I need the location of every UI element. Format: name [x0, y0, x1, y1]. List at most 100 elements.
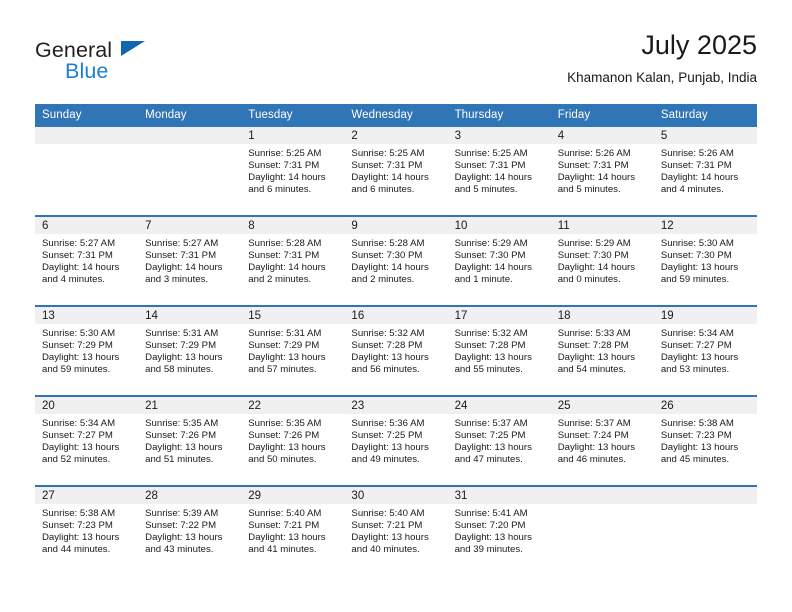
- day-number: 14: [138, 307, 242, 324]
- calendar-day-cell[interactable]: 1 Sunrise: 5:25 AM Sunset: 7:31 PM Daylight…: [241, 127, 345, 216]
- calendar-day-cell[interactable]: 24 Sunrise: 5:37 AM Sunset: 7:25 PM Dayligh…: [447, 395, 551, 486]
- daylight-text: Daylight: 13 hours and 44 minutes.: [42, 531, 120, 555]
- calendar-day-cell[interactable]: 25 Sunrise: 5:37 AM Sunset: 7:24 PM Dayligh…: [550, 395, 654, 486]
- day-number: [550, 487, 654, 504]
- day-details: Sunrise: 5:41 AM Sunset: 7:20 PM Daylight:…: [448, 504, 551, 556]
- sunset-text: Sunset: 7:23 PM: [42, 519, 113, 531]
- day-details: Sunrise: 5:33 AM Sunset: 7:28 PM Daylight:…: [551, 324, 654, 376]
- day-number: [35, 127, 139, 144]
- sunrise-text: Sunrise: 5:33 AM: [557, 328, 631, 339]
- day-number: 18: [550, 307, 654, 324]
- calendar-day-cell[interactable]: 19 Sunrise: 5:34 AM Sunset: 7:27 PM Dayligh…: [653, 305, 757, 396]
- day-number: 23: [344, 397, 448, 414]
- calendar-day-cell[interactable]: 22 Sunrise: 5:35 AM Sunset: 7:26 PM Dayligh…: [241, 395, 345, 486]
- calendar-day-cell[interactable]: 7 Sunrise: 5:27 AM Sunset: 7:31 PM Daylight…: [138, 215, 242, 306]
- sunset-text: Sunset: 7:29 PM: [145, 339, 217, 351]
- calendar-day-cell[interactable]: 26 Sunrise: 5:38 AM Sunset: 7:23 PM Dayligh…: [653, 395, 757, 486]
- calendar-day-cell[interactable]: 27 Sunrise: 5:38 AM Sunset: 7:23 PM Dayligh…: [35, 485, 139, 575]
- calendar-day-cell[interactable]: 6 Sunrise: 5:27 AM Sunset: 7:31 PM Daylight…: [35, 215, 139, 306]
- sunrise-text: Sunrise: 5:26 AM: [557, 148, 631, 159]
- daylight-text: Daylight: 14 hours and 2 minutes.: [248, 261, 326, 285]
- sunrise-text: Sunrise: 5:35 AM: [248, 418, 322, 429]
- calendar-day-cell[interactable]: 30 Sunrise: 5:40 AM Sunset: 7:21 PM Dayligh…: [344, 485, 448, 575]
- calendar-day-cell[interactable]: 18 Sunrise: 5:33 AM Sunset: 7:28 PM Dayligh…: [550, 305, 654, 396]
- logo-text-blue: Blue: [65, 59, 109, 83]
- day-details: Sunrise: 5:36 AM Sunset: 7:25 PM Daylight:…: [344, 414, 447, 466]
- day-number: 22: [241, 397, 345, 414]
- sunset-text: Sunset: 7:25 PM: [454, 429, 526, 441]
- calendar-day-cell[interactable]: 14 Sunrise: 5:31 AM Sunset: 7:29 PM Dayligh…: [138, 305, 242, 396]
- calendar-day-cell[interactable]: 10 Sunrise: 5:29 AM Sunset: 7:30 PM Dayligh…: [447, 215, 551, 306]
- daylight-text: Daylight: 13 hours and 58 minutes.: [145, 351, 223, 375]
- day-details: Sunrise: 5:40 AM Sunset: 7:21 PM Daylight:…: [344, 504, 447, 556]
- day-number: 1: [241, 127, 345, 144]
- day-number: 15: [241, 307, 345, 324]
- daylight-text: Daylight: 13 hours and 45 minutes.: [660, 441, 739, 465]
- calendar-page: General Blue July 2025 Khamanon Kalan, P…: [0, 0, 792, 612]
- calendar-header-row: Sunday Monday Tuesday Wednesday Thursday…: [35, 104, 757, 127]
- page-header: General Blue July 2025 Khamanon Kalan, P…: [35, 30, 757, 98]
- daylight-text: Daylight: 14 hours and 5 minutes.: [557, 171, 636, 195]
- day-number: [138, 127, 242, 144]
- day-details: Sunrise: 5:27 AM Sunset: 7:31 PM Daylight:…: [35, 234, 138, 286]
- sunrise-text: Sunrise: 5:28 AM: [351, 238, 425, 249]
- location-subtitle: Khamanon Kalan, Punjab, India: [567, 70, 757, 86]
- calendar-day-cell[interactable]: 9 Sunrise: 5:28 AM Sunset: 7:30 PM Daylight…: [344, 215, 448, 306]
- daylight-text: Daylight: 13 hours and 54 minutes.: [557, 351, 636, 375]
- sunset-text: Sunset: 7:31 PM: [248, 249, 320, 261]
- calendar-day-cell[interactable]: 8 Sunrise: 5:28 AM Sunset: 7:31 PM Daylight…: [241, 215, 345, 306]
- calendar-day-cell[interactable]: 12 Sunrise: 5:30 AM Sunset: 7:30 PM Dayligh…: [653, 215, 757, 306]
- calendar-day-cell[interactable]: 4 Sunrise: 5:26 AM Sunset: 7:31 PM Daylight…: [550, 127, 654, 216]
- calendar-day-cell[interactable]: 3 Sunrise: 5:25 AM Sunset: 7:31 PM Daylight…: [447, 127, 551, 216]
- calendar-day-cell[interactable]: 20 Sunrise: 5:34 AM Sunset: 7:27 PM Dayligh…: [35, 395, 139, 486]
- sunset-text: Sunset: 7:30 PM: [557, 249, 629, 261]
- sunrise-text: Sunrise: 5:26 AM: [660, 148, 734, 159]
- calendar-day-cell[interactable]: 15 Sunrise: 5:31 AM Sunset: 7:29 PM Dayligh…: [241, 305, 345, 396]
- sunset-text: Sunset: 7:28 PM: [557, 339, 629, 351]
- calendar-week-row: 1 Sunrise: 5:25 AM Sunset: 7:31 PM Daylight…: [35, 127, 757, 216]
- sunset-text: Sunset: 7:30 PM: [454, 249, 526, 261]
- page-title: July 2025: [641, 30, 757, 60]
- calendar-day-cell[interactable]: 5 Sunrise: 5:26 AM Sunset: 7:31 PM Daylight…: [653, 127, 757, 216]
- sunrise-text: Sunrise: 5:31 AM: [145, 328, 219, 339]
- day-details: Sunrise: 5:37 AM Sunset: 7:24 PM Daylight:…: [551, 414, 654, 466]
- calendar-day-cell[interactable]: 23 Sunrise: 5:36 AM Sunset: 7:25 PM Dayligh…: [344, 395, 448, 486]
- daylight-text: Daylight: 13 hours and 49 minutes.: [351, 441, 429, 465]
- daylight-text: Daylight: 14 hours and 2 minutes.: [351, 261, 429, 285]
- daylight-text: Daylight: 14 hours and 6 minutes.: [248, 171, 326, 195]
- calendar-day-cell[interactable]: 17 Sunrise: 5:32 AM Sunset: 7:28 PM Dayligh…: [447, 305, 551, 396]
- day-details: Sunrise: 5:27 AM Sunset: 7:31 PM Daylight:…: [138, 234, 241, 286]
- sunrise-text: Sunrise: 5:35 AM: [145, 418, 219, 429]
- day-number: 26: [653, 397, 757, 414]
- daylight-text: Daylight: 13 hours and 57 minutes.: [248, 351, 326, 375]
- calendar-day-cell[interactable]: 28 Sunrise: 5:39 AM Sunset: 7:22 PM Dayligh…: [138, 485, 242, 575]
- calendar-day-cell[interactable]: 29 Sunrise: 5:40 AM Sunset: 7:21 PM Dayligh…: [241, 485, 345, 575]
- day-details: Sunrise: 5:29 AM Sunset: 7:30 PM Daylight:…: [551, 234, 654, 286]
- daylight-text: Daylight: 13 hours and 50 minutes.: [248, 441, 326, 465]
- calendar-week-row: 6 Sunrise: 5:27 AM Sunset: 7:31 PM Daylight…: [35, 215, 757, 306]
- sunrise-text: Sunrise: 5:28 AM: [248, 238, 322, 249]
- daylight-text: Daylight: 13 hours and 53 minutes.: [660, 351, 739, 375]
- daylight-text: Daylight: 13 hours and 46 minutes.: [557, 441, 636, 465]
- calendar-day-cell[interactable]: 31 Sunrise: 5:41 AM Sunset: 7:20 PM Dayligh…: [447, 485, 551, 575]
- daylight-text: Daylight: 13 hours and 52 minutes.: [42, 441, 120, 465]
- calendar-day-cell[interactable]: 11 Sunrise: 5:29 AM Sunset: 7:30 PM Dayligh…: [550, 215, 654, 306]
- calendar-body: 1 Sunrise: 5:25 AM Sunset: 7:31 PM Daylight…: [35, 127, 757, 575]
- calendar-day-cell[interactable]: 2 Sunrise: 5:25 AM Sunset: 7:31 PM Daylight…: [344, 127, 448, 216]
- daylight-text: Daylight: 14 hours and 4 minutes.: [660, 171, 739, 195]
- sunset-text: Sunset: 7:31 PM: [248, 159, 320, 171]
- logo-triangle-icon: [121, 41, 145, 56]
- calendar-day-cell[interactable]: 21 Sunrise: 5:35 AM Sunset: 7:26 PM Dayligh…: [138, 395, 242, 486]
- sunrise-text: Sunrise: 5:30 AM: [42, 328, 116, 339]
- general-blue-logo[interactable]: General Blue: [35, 32, 210, 90]
- sunrise-text: Sunrise: 5:27 AM: [42, 238, 116, 249]
- calendar-day-cell[interactable]: 16 Sunrise: 5:32 AM Sunset: 7:28 PM Dayligh…: [344, 305, 448, 396]
- day-details: Sunrise: 5:25 AM Sunset: 7:31 PM Daylight:…: [448, 144, 551, 196]
- calendar-day-cell[interactable]: 13 Sunrise: 5:30 AM Sunset: 7:29 PM Dayligh…: [35, 305, 139, 396]
- day-number: 30: [344, 487, 448, 504]
- sunset-text: Sunset: 7:21 PM: [351, 519, 423, 531]
- sunset-text: Sunset: 7:31 PM: [660, 159, 732, 171]
- day-details: Sunrise: 5:30 AM Sunset: 7:30 PM Daylight:…: [654, 234, 757, 286]
- sunrise-text: Sunrise: 5:40 AM: [248, 508, 322, 519]
- sunrise-text: Sunrise: 5:38 AM: [660, 418, 734, 429]
